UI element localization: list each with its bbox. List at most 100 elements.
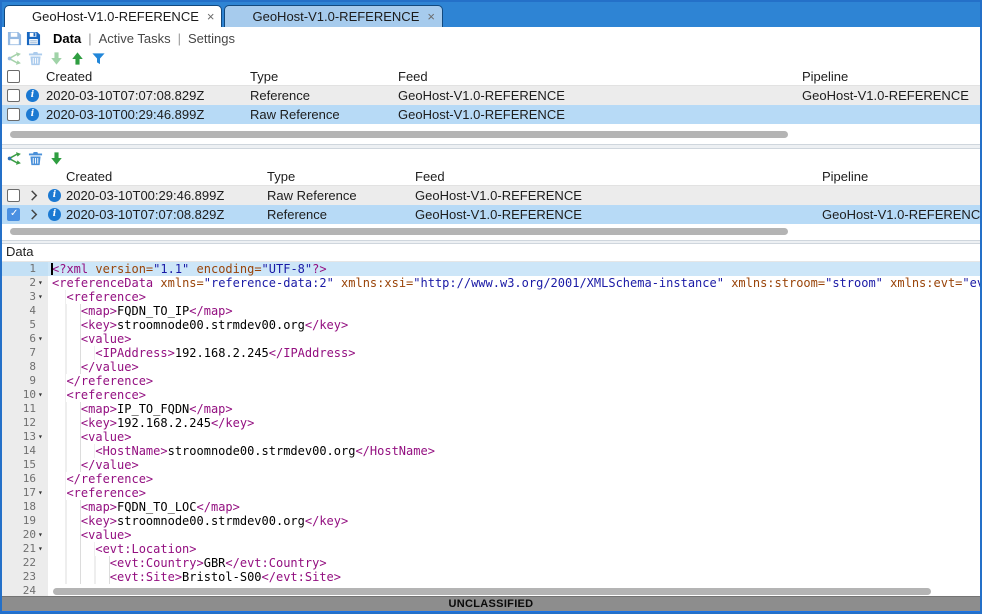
line-number: 23 [23,570,38,584]
upload-icon[interactable] [70,51,85,66]
cell-created: 2020-03-10T00:29:46.899Z [66,188,267,203]
save-all-icon[interactable] [26,31,41,46]
code-line: 19 <key>stroomnode00.strmdev00.org</key> [2,514,980,528]
cell-created: 2020-03-10T07:07:08.829Z [66,207,267,222]
info-icon[interactable]: i [48,208,61,221]
gutter-cell: 2▾ [2,276,48,290]
expand-chevron-icon[interactable] [26,209,48,220]
close-icon[interactable]: × [207,10,215,23]
code-line: 5 <key>stroomnode00.strmdev00.org</key> [2,318,980,332]
info-icon[interactable]: i [26,108,39,121]
stream-table-body: i2020-03-10T07:07:08.829ZReferenceGeoHos… [2,86,980,124]
hscroll-thumb[interactable] [10,228,788,235]
code-line: 10▾ <reference> [2,388,980,402]
code-line: 13▾ <value> [2,430,980,444]
table-row[interactable]: i2020-03-10T07:07:08.829ZReferenceGeoHos… [2,205,980,224]
info-icon[interactable]: i [26,89,39,102]
gutter-cell: 16 [2,472,48,486]
code-line: 3▾ <reference> [2,290,980,304]
gutter-cell: 12 [2,416,48,430]
code-line: 18 <map>FQDN_TO_LOC</map> [2,500,980,514]
code-line: 14 <HostName>stroomnode00.strmdev00.org<… [2,444,980,458]
gutter-cell: 21▾ [2,542,48,556]
row-checkbox[interactable] [7,89,20,102]
download-icon[interactable] [49,51,64,66]
column-header-feed[interactable]: Feed [415,169,822,184]
code-line: 21▾ <evt:Location> [2,542,980,556]
gutter-cell: 10▾ [2,388,48,402]
gutter-cell: 5 [2,318,48,332]
tab-geohost-reference-feed[interactable]: GeoHost-V1.0-REFERENCE × [4,5,222,27]
classification-text: UNCLASSIFIED [449,598,534,610]
menu-item-active-tasks[interactable]: Active Tasks [99,31,171,46]
code-line: 12 <key>192.168.2.245</key> [2,416,980,430]
menu-item-settings[interactable]: Settings [188,31,235,46]
save-icon[interactable] [7,31,22,46]
gutter-cell: 3▾ [2,290,48,304]
download-icon[interactable] [49,151,64,166]
gutter-cell: 18 [2,500,48,514]
hscroll-track [2,224,980,240]
fold-icon[interactable]: ▾ [38,332,48,346]
fold-icon[interactable]: ▾ [38,290,48,304]
line-number: 12 [23,416,38,430]
column-header-pipeline[interactable]: Pipeline [802,69,980,84]
delete-icon[interactable] [28,51,43,66]
fold-icon[interactable]: ▾ [38,430,48,444]
fold-icon[interactable]: ▾ [38,388,48,402]
close-icon[interactable]: × [427,10,435,23]
table-row[interactable]: i2020-03-10T00:29:46.899ZRaw ReferenceGe… [2,105,980,124]
code-line: 17▾ <reference> [2,486,980,500]
row-checkbox[interactable] [7,108,20,121]
gutter-cell: 8 [2,360,48,374]
gutter-cell: 22 [2,556,48,570]
tab-label: GeoHost-V1.0-REFERENCE [32,9,199,24]
gutter-cell: 23 [2,570,48,584]
hscroll-thumb[interactable] [10,131,788,138]
cell-type: Reference [250,88,398,103]
line-number: 18 [23,500,38,514]
column-header-type[interactable]: Type [250,69,398,84]
line-number: 17 [23,486,38,500]
fold-icon[interactable]: ▾ [38,542,48,556]
column-header-pipeline[interactable]: Pipeline [822,169,980,184]
editor-hscroll-thumb[interactable] [53,588,931,595]
column-header-created[interactable]: Created [66,169,267,184]
line-number: 4 [29,304,38,318]
process-icon[interactable] [7,151,22,166]
tab-geohost-reference-pipeline[interactable]: GeoHost-V1.0-REFERENCE × [224,5,442,27]
cell-pipeline: GeoHost-V1.0-REFERENCE [802,88,980,103]
gutter-cell: 15 [2,458,48,472]
line-number: 16 [23,472,38,486]
gutter-cell: 4 [2,304,48,318]
gutter-cell: 14 [2,444,48,458]
xml-editor[interactable]: 1<?xml version="1.1" encoding="UTF-8"?>2… [2,261,980,596]
code-line: 4 <map>FQDN_TO_IP</map> [2,304,980,318]
table-row[interactable]: i2020-03-10T07:07:08.829ZReferenceGeoHos… [2,86,980,105]
menu-item-data[interactable]: Data [53,31,81,46]
process-icon[interactable] [7,51,22,66]
feed-icon [12,9,27,24]
editor-lines: 1<?xml version="1.1" encoding="UTF-8"?>2… [2,262,980,596]
gutter-cell: 20▾ [2,528,48,542]
delete-icon[interactable] [28,151,43,166]
info-icon[interactable]: i [48,189,61,202]
select-all-checkbox[interactable] [7,70,20,83]
fold-icon[interactable]: ▾ [38,528,48,542]
table-row[interactable]: i2020-03-10T00:29:46.899ZRaw ReferenceGe… [2,186,980,205]
expand-chevron-icon[interactable] [26,190,48,201]
row-checkbox[interactable] [7,189,20,202]
column-header-feed[interactable]: Feed [398,69,802,84]
column-header-created[interactable]: Created [46,69,250,84]
fold-icon[interactable]: ▾ [38,276,48,290]
code-line: 16 </reference> [2,472,980,486]
stroom-window: GeoHost-V1.0-REFERENCE × GeoHost-V1.0-RE… [0,0,982,614]
row-checkbox[interactable] [7,208,20,221]
line-number: 1 [29,262,38,276]
cell-pipeline: GeoHost-V1.0-REFERENCE [822,207,980,222]
filter-icon[interactable] [91,51,106,66]
column-header-type[interactable]: Type [267,169,415,184]
fold-icon[interactable]: ▾ [38,486,48,500]
related-stream-toolbar [2,149,980,167]
line-number: 14 [23,444,38,458]
